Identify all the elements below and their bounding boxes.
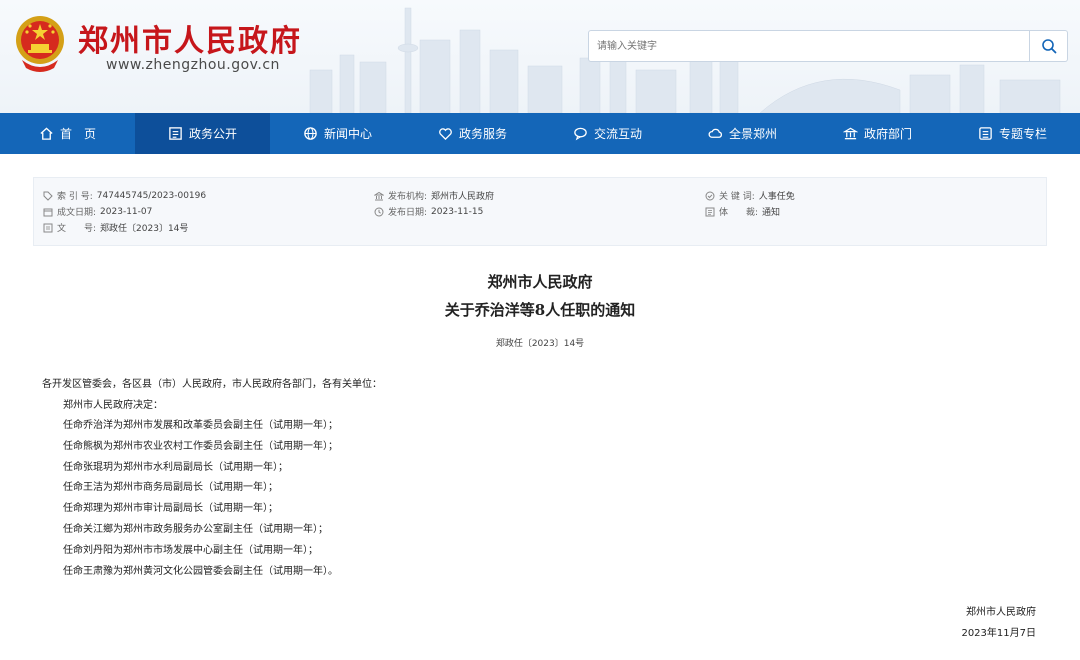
nav-item-topics[interactable]: 专题专栏	[945, 113, 1080, 154]
national-emblem-icon	[16, 16, 64, 72]
signature: 郑州市人民政府	[966, 607, 1036, 618]
home-icon	[40, 127, 53, 140]
document-title-line-2: 关于乔治洋等8人任职的通知	[444, 301, 636, 319]
search-button[interactable]	[1030, 30, 1068, 62]
meta-value: 人事任免	[758, 192, 795, 202]
list-icon	[705, 207, 715, 216]
globe-icon	[304, 127, 317, 140]
building-icon	[374, 191, 384, 200]
appointment-item: 任命王肃豫为郑州黄河文化公园管委会副主任（试用期一年）。	[63, 566, 338, 577]
calendar-icon	[43, 208, 53, 216]
document-icon	[169, 127, 182, 140]
meta-value: 通知	[762, 208, 781, 218]
nav-item-label: 政府部门	[863, 127, 912, 141]
tag-icon	[43, 191, 53, 201]
nav-item-news[interactable]: 新闻中心	[270, 113, 405, 154]
meta-label: 索 引 号:	[57, 192, 93, 202]
nav-item-label: 政务公开	[188, 127, 237, 141]
heart-icon	[439, 128, 452, 141]
chat-icon	[574, 127, 587, 141]
document-icon	[43, 223, 53, 232]
meta-keywords: 关 键 词: 人事任免	[705, 189, 795, 202]
appointment-item: 任命郑理为郑州市审计局副局长（试用期一年）；	[63, 503, 278, 514]
list-icon	[979, 127, 992, 140]
clock-icon	[374, 207, 384, 216]
salutation: 各开发区管委会，各区县（市）人民政府，市人民政府各部门，各有关单位：	[42, 379, 382, 390]
site-url[interactable]: www.zhengzhou.gov.cn	[106, 57, 280, 73]
building-icon	[842, 127, 858, 140]
meta-published-date: 发布日期: 2023-11-15	[374, 205, 483, 218]
nav-item-label: 首 页	[59, 127, 96, 141]
meta-genre: 体 裁: 通知	[705, 205, 780, 218]
meta-value: 郑州市人民政府	[431, 192, 495, 202]
nav-item-home[interactable]: 首 页	[0, 113, 135, 154]
meta-label: 文 号:	[57, 224, 97, 234]
nav-item-label: 交流互动	[593, 127, 642, 141]
meta-value: 2023-11-07	[100, 206, 153, 217]
meta-label: 发布机构:	[388, 192, 428, 202]
nav-item-interaction[interactable]: 交流互动	[540, 113, 675, 154]
nav-item-label: 全景郑州	[728, 127, 777, 141]
search-icon	[1041, 39, 1056, 54]
meta-label: 成文日期:	[57, 208, 97, 218]
nav-item-label: 政务服务	[458, 127, 507, 141]
cloud-icon	[708, 128, 723, 138]
decision-intro: 郑州市人民政府决定：	[63, 400, 163, 411]
document-meta-box: 索 引 号: 747445745/2023-00196 成文日期: 2023-1…	[33, 177, 1047, 246]
check-circle-icon	[705, 191, 715, 200]
meta-index-no: 索 引 号: 747445745/2023-00196	[43, 189, 206, 202]
meta-label: 发布日期:	[388, 208, 428, 218]
site-title[interactable]: 郑州市人民政府	[78, 16, 302, 60]
appointment-item: 任命刘丹阳为郑州市市场发展中心副主任（试用期一年）；	[63, 545, 318, 556]
site-header: 郑州市人民政府 www.zhengzhou.gov.cn	[0, 0, 1080, 113]
meta-label: 关 键 词:	[719, 192, 755, 202]
nav-item-label: 新闻中心	[323, 127, 372, 141]
appointment-item: 任命王洁为郑州市商务局副局长（试用期一年）；	[63, 482, 278, 493]
nav-item-departments[interactable]: 政府部门	[810, 113, 945, 154]
meta-publisher: 发布机构: 郑州市人民政府	[374, 189, 494, 202]
meta-document-number: 文 号: 郑政任〔2023〕14号	[43, 221, 188, 234]
signature-date: 2023年11月7日	[961, 628, 1036, 639]
appointment-item: 任命张琨玥为郑州市水利局副局长（试用期一年）；	[63, 462, 288, 473]
appointment-item: 任命关江鄉为郑州市政务服务办公室副主任（试用期一年）；	[63, 524, 328, 535]
appointment-item: 任命熊枫为郑州市农业农村工作委员会副主任（试用期一年）；	[63, 441, 338, 452]
meta-value: 2023-11-15	[431, 206, 484, 217]
search-input[interactable]	[588, 30, 1030, 62]
meta-value: 郑政任〔2023〕14号	[100, 224, 189, 234]
meta-created-date: 成文日期: 2023-11-07	[43, 205, 152, 218]
document-title-line-1: 郑州市人民政府	[487, 273, 593, 291]
document-number: 郑政任〔2023〕14号	[495, 339, 585, 349]
meta-label: 体 裁:	[719, 208, 759, 218]
nav-item-services[interactable]: 政务服务	[405, 113, 540, 154]
nav-item-label: 专题专栏	[998, 127, 1047, 141]
nav-item-panorama[interactable]: 全景郑州	[675, 113, 810, 154]
meta-value: 747445745/2023-00196	[96, 190, 207, 201]
appointment-item: 任命乔治洋为郑州市发展和改革委员会副主任（试用期一年）；	[63, 420, 338, 431]
main-nav: 首 页 政务公开 新闻中心 政务服务 交流互动 全景郑州 政府部门 专题专栏	[0, 113, 1080, 154]
nav-item-government-affairs[interactable]: 政务公开	[135, 113, 270, 154]
